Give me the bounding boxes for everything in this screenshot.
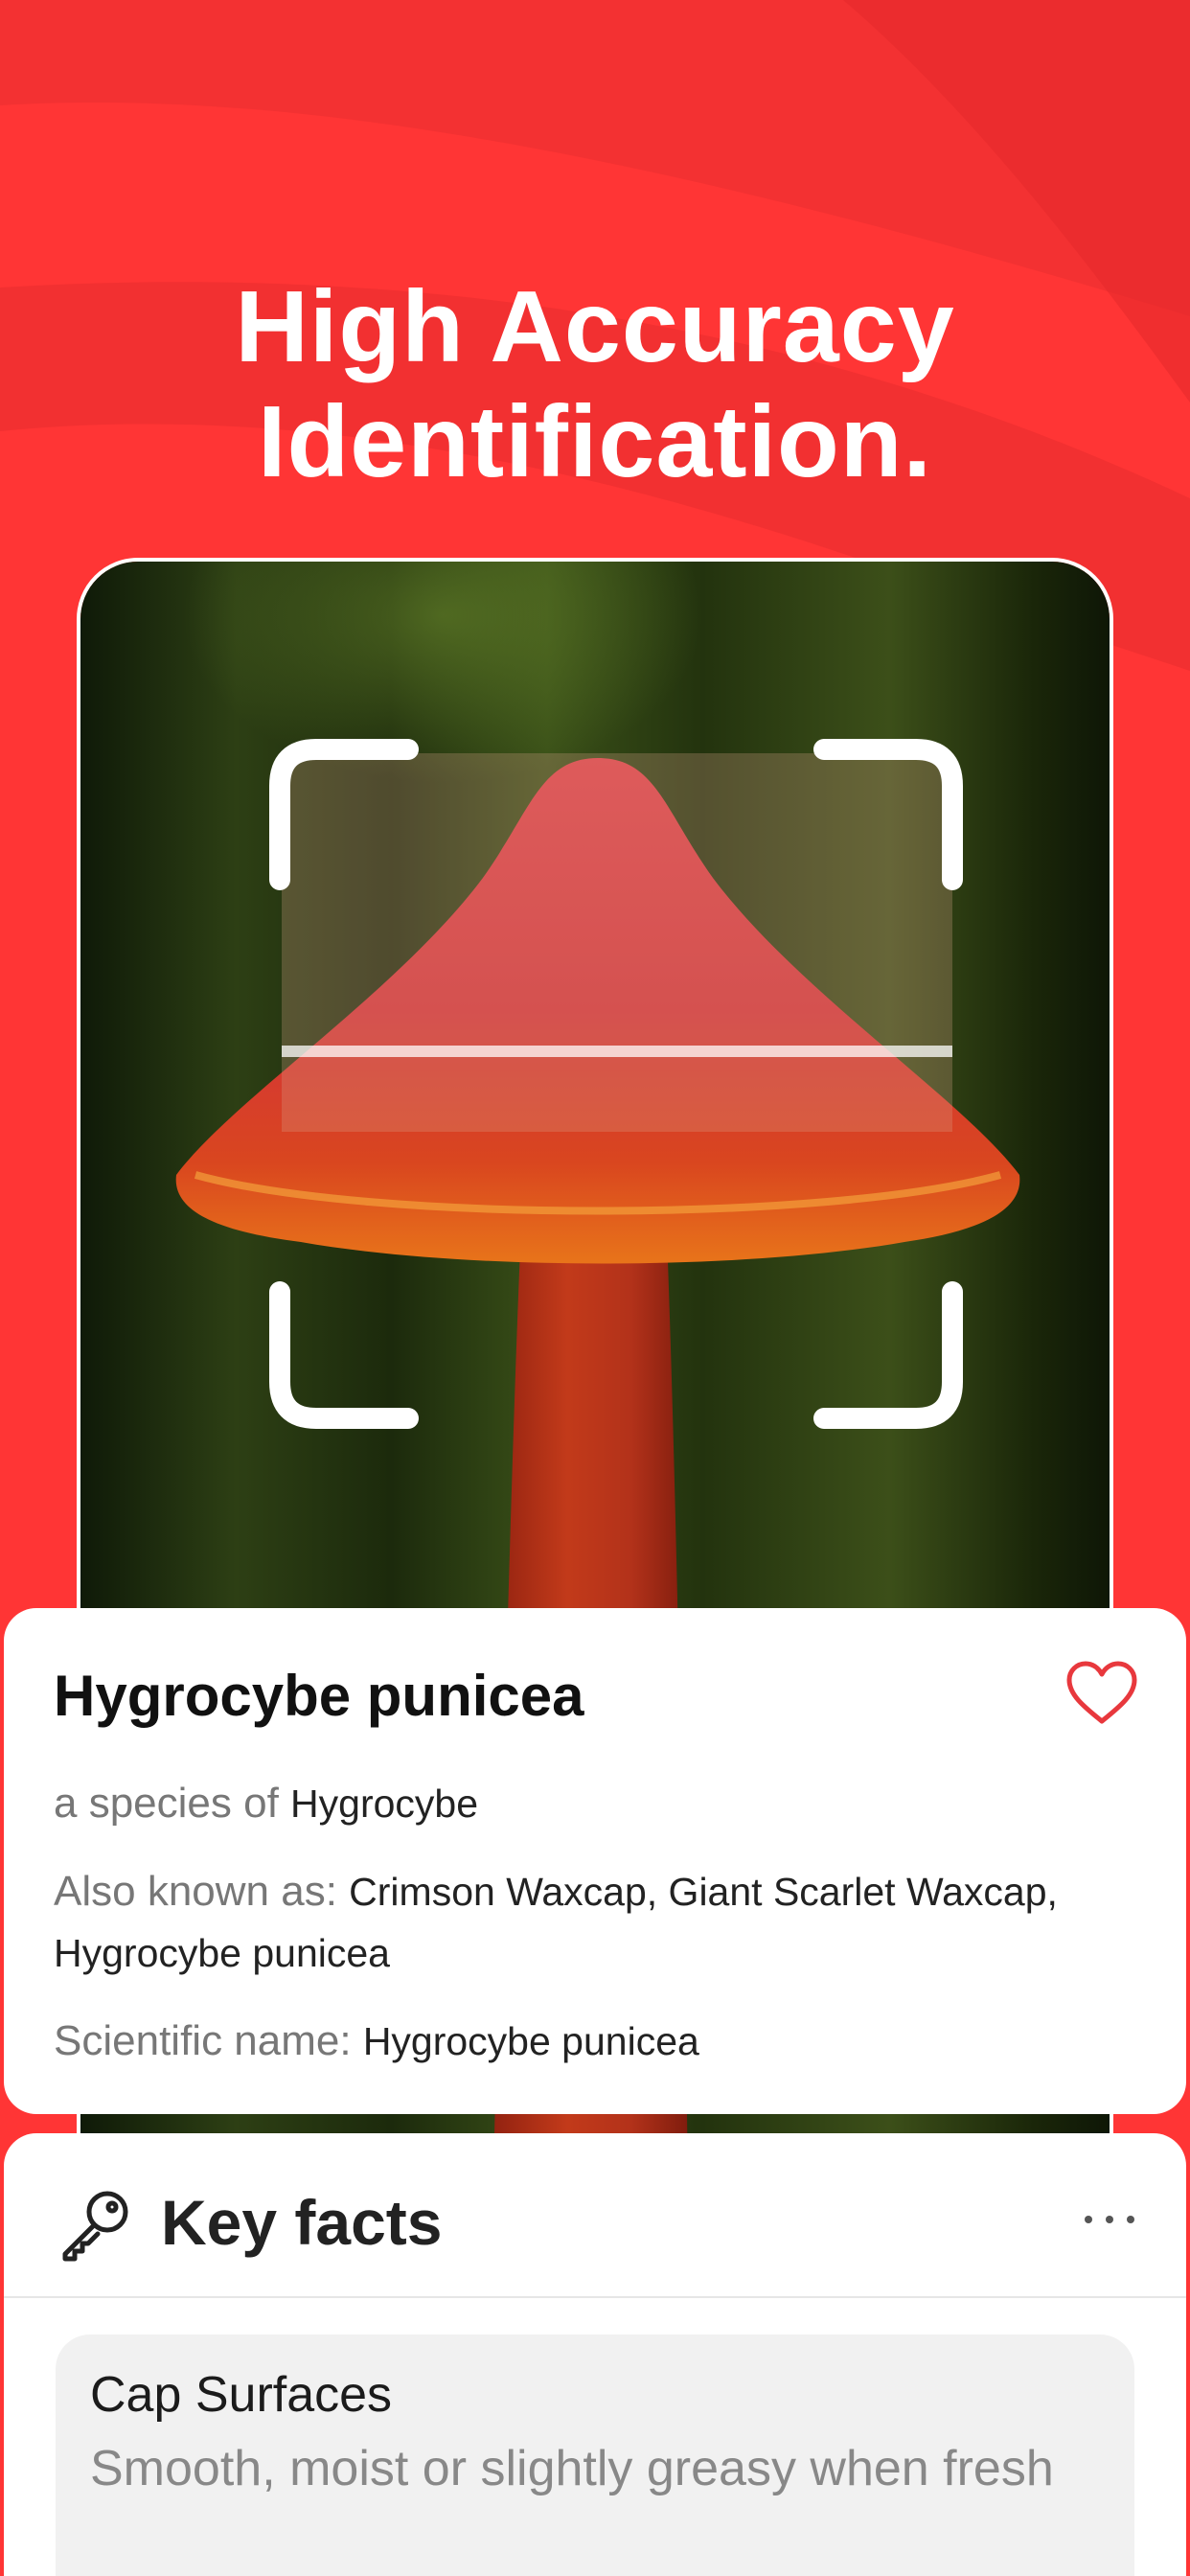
species-of-line: a species of Hygrocybe <box>54 1773 1136 1834</box>
headline-line-1: High Accuracy <box>235 270 955 384</box>
key-facts-header: Key facts <box>4 2133 1186 2298</box>
more-dots-icon[interactable] <box>1081 2210 1138 2229</box>
promo-headline: High Accuracy Identification. <box>0 269 1190 499</box>
fact-text: Smooth, moist or slightly greasy when fr… <box>90 2441 1054 2496</box>
scientific-name-value: Hygrocybe punicea <box>362 2019 699 2063</box>
fact-title: Cap Surfaces <box>90 2367 393 2423</box>
also-known-as-label: Also known as: <box>54 1868 337 1915</box>
also-known-as-line: Also known as: Crimson Waxcap, Giant Sca… <box>54 1861 1079 1984</box>
species-name: Hygrocybe punicea <box>54 1664 584 1728</box>
species-of-label: a species of <box>54 1780 279 1827</box>
key-icon <box>62 2191 128 2262</box>
genus-value: Hygrocybe <box>290 1782 479 1826</box>
identification-card[interactable]: Hygrocybe punicea a species of Hygrocybe… <box>4 1608 1186 2114</box>
key-facts-title: Key facts <box>161 2187 443 2258</box>
headline-line-2: Identification. <box>258 385 932 499</box>
scientific-name-line: Scientific name: Hygrocybe punicea <box>54 2011 1136 2072</box>
fact-item[interactable]: Cap Surfaces Smooth, moist or slightly g… <box>56 2334 1134 2576</box>
heart-outline-icon[interactable] <box>1065 1660 1138 1725</box>
scientific-name-label: Scientific name: <box>54 2017 352 2064</box>
key-facts-card: Key facts Cap Surfaces Smooth, moist or … <box>4 2133 1186 2576</box>
